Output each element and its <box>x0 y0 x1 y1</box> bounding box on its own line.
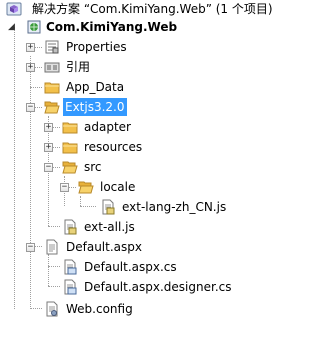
default-designer-label: Default.aspx.designer.cs <box>84 280 232 294</box>
tree-node-solution[interactable]: 解决方案 “Com.KimiYang.Web” (1 个项目) <box>0 0 273 18</box>
tree-node-app-data[interactable]: App_Data <box>0 78 248 96</box>
aspx-file-icon <box>44 239 60 255</box>
folder-open-icon <box>62 159 78 175</box>
tree-node-default-cs[interactable]: Default.aspx.cs <box>0 258 248 276</box>
locale-label: locale <box>100 180 136 194</box>
tree-node-properties[interactable]: + Properties <box>0 38 248 56</box>
folder-icon <box>44 79 60 95</box>
js-file-icon <box>62 219 78 235</box>
web-project-icon <box>26 19 42 35</box>
ext-all-label: ext-all.js <box>84 220 135 234</box>
folder-icon <box>62 139 78 155</box>
collapse-toggle[interactable]: − <box>44 163 53 172</box>
js-file-icon <box>100 199 116 215</box>
app-data-label: App_Data <box>66 80 125 94</box>
solution-explorer-tree: 解决方案 “Com.KimiYang.Web” (1 个项目) ◢ Com.Ki… <box>0 0 273 340</box>
resources-label: resources <box>84 140 143 154</box>
tree-node-default-designer[interactable]: Default.aspx.designer.cs <box>0 278 248 296</box>
folder-open-icon <box>44 99 60 115</box>
collapse-arrow-icon[interactable]: ◢ <box>8 18 15 36</box>
tree-node-src[interactable]: − src <box>0 158 248 176</box>
expand-toggle[interactable]: + <box>44 123 53 132</box>
folder-icon <box>62 119 78 135</box>
ext-lang-label: ext-lang-zh_CN.js <box>122 200 227 214</box>
collapse-toggle[interactable]: − <box>26 103 35 112</box>
references-label: 引用 <box>66 60 91 74</box>
extjs-label: Extjs3.2.0 <box>63 98 127 116</box>
solution-icon <box>6 1 22 17</box>
tree-node-extjs[interactable]: − Extjs3.2.0 <box>0 98 248 116</box>
properties-label: Properties <box>66 40 127 54</box>
cs-file-icon <box>62 279 78 295</box>
tree-node-default-aspx[interactable]: − Default.aspx <box>0 238 248 256</box>
tree-node-web-config[interactable]: Web.config <box>0 300 248 318</box>
expand-toggle[interactable]: + <box>26 43 35 52</box>
solution-label: 解决方案 “Com.KimiYang.Web” (1 个项目) <box>32 2 273 16</box>
config-file-icon <box>44 301 60 317</box>
collapse-toggle[interactable]: − <box>60 183 69 192</box>
src-label: src <box>84 160 102 174</box>
tree-node-adapter[interactable]: + adapter <box>0 118 248 136</box>
default-cs-label: Default.aspx.cs <box>84 260 177 274</box>
tree-node-resources[interactable]: + resources <box>0 138 248 156</box>
folder-open-icon <box>78 179 94 195</box>
expand-toggle[interactable]: + <box>44 143 53 152</box>
tree-node-ext-lang[interactable]: ext-lang-zh_CN.js <box>0 198 248 216</box>
cs-file-icon <box>62 259 78 275</box>
web-config-label: Web.config <box>66 302 133 316</box>
expand-toggle[interactable]: + <box>26 63 35 72</box>
collapse-toggle[interactable]: − <box>26 243 35 252</box>
tree-node-locale[interactable]: − locale <box>0 178 248 196</box>
adapter-label: adapter <box>84 120 131 134</box>
tree-node-references[interactable]: + 引用 <box>0 58 248 76</box>
default-aspx-label: Default.aspx <box>66 240 142 254</box>
tree-node-ext-all[interactable]: ext-all.js <box>0 218 248 236</box>
project-label: Com.KimiYang.Web <box>46 20 178 34</box>
tree-node-project[interactable]: ◢ Com.KimiYang.Web <box>0 18 248 36</box>
properties-icon <box>44 39 60 55</box>
references-icon <box>44 59 60 75</box>
